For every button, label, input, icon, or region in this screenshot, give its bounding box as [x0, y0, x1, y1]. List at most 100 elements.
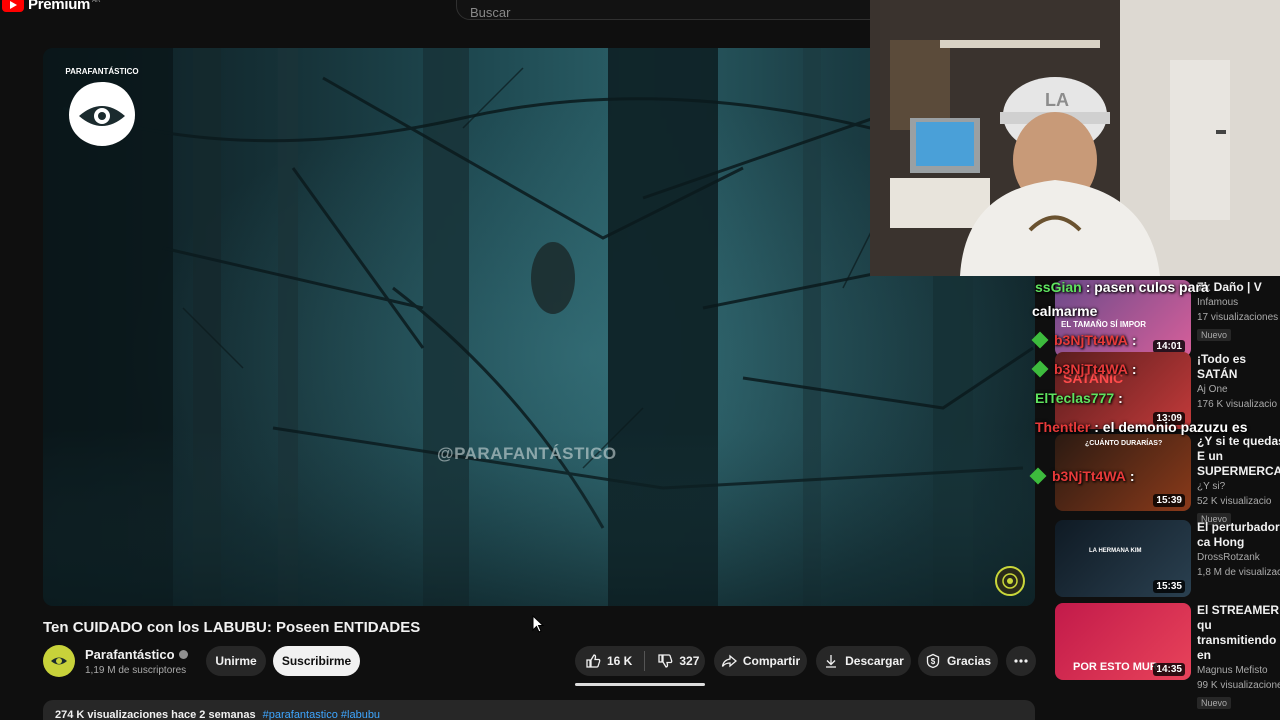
more-actions-button[interactable]: [1006, 646, 1036, 676]
thumbs-up-icon: [586, 654, 601, 668]
chat-message: b3NjTt4WA :: [1031, 360, 1137, 378]
chat-message: calmarme: [1032, 303, 1097, 319]
chat-username: ElTeclas777: [1035, 390, 1115, 406]
chat-badge-icon: [1029, 467, 1047, 485]
recommendation-channel[interactable]: Magnus Mefisto: [1197, 663, 1280, 678]
eye-emblem-icon: [1002, 573, 1018, 589]
chat-text: calmarme: [1032, 303, 1098, 319]
youtube-watch-page: Premium AR Buscar PARAFANTÁSTICO @PARAFA…: [0, 0, 1280, 720]
logo-text: Premium: [28, 0, 91, 13]
chat-message: b3NjTt4WA :: [1029, 467, 1135, 485]
subscriber-count: 1,19 M de suscriptores: [85, 665, 187, 676]
share-icon: [721, 654, 737, 668]
duration-badge: 15:35: [1153, 580, 1185, 593]
duration-badge: 15:39: [1153, 494, 1185, 507]
recommendation-thumbnail[interactable]: POR ESTO MUR 14:35: [1055, 603, 1191, 680]
eye-emblem-icon: [51, 657, 67, 665]
super-thanks-icon: $: [926, 653, 940, 669]
chat-message: b3NjTt4WA :: [1031, 331, 1137, 349]
top-bar: Premium AR Buscar: [0, 0, 876, 22]
recommendation-channel[interactable]: Aj One: [1197, 382, 1280, 397]
recommendation-title[interactable]: ¡Todo es SATÁN: [1197, 352, 1280, 382]
recommendation-info: ¡Todo es SATÁN Aj One 176 K visualizacio: [1197, 352, 1280, 412]
recommendation-channel[interactable]: Infamous: [1197, 295, 1280, 310]
recommendation-views: 99 K visualizacione: [1197, 680, 1280, 691]
verified-check-icon: [178, 650, 188, 659]
recommendation-title[interactable]: El perturbador ca Hong: [1197, 520, 1280, 550]
chat-text: : el demonio pazuzu es: [1094, 419, 1248, 435]
thumbnail-text: ¿CUÁNTO DURARÍAS?: [1085, 440, 1163, 447]
chat-text: : pasen culos para: [1085, 279, 1209, 295]
chat-message: ElTeclas777 :: [1035, 390, 1123, 406]
description-hashtags[interactable]: #parafantastico #labubu: [263, 709, 380, 720]
chat-username: b3NjTt4WA: [1054, 361, 1128, 377]
chat-badge-icon: [1031, 360, 1049, 378]
recommendation-title[interactable]: El STREAMER qu transmitiendo en: [1197, 603, 1280, 663]
thumbs-down-icon: [658, 654, 673, 668]
youtube-play-icon: [2, 0, 24, 12]
chat-text: :: [1118, 390, 1123, 406]
chat-message: Thentler : el demonio pazuzu es: [1035, 419, 1247, 435]
more-horizontal-icon: [1014, 659, 1028, 663]
recommendation-views: 17 visualizaciones: [1197, 312, 1279, 323]
new-badge: Nuevo: [1197, 697, 1232, 709]
chat-badge-icon: [1031, 331, 1049, 349]
like-divider: [644, 651, 646, 671]
recommendation-title[interactable]: 7k Daño | V: [1197, 280, 1280, 295]
download-button[interactable]: Descargar: [816, 646, 911, 676]
chat-username: Thentler: [1035, 419, 1091, 435]
emblem-text: PARAFANTÁSTICO: [65, 67, 138, 76]
download-icon: [826, 655, 837, 668]
recommendation-item[interactable]: POR ESTO MUR 14:35 El STREAMER qu transm…: [1055, 603, 1280, 709]
chat-message: ssGian : pasen culos para: [1035, 279, 1209, 295]
chat-username: ssGian: [1035, 279, 1082, 295]
thanks-label: Gracias: [946, 654, 992, 668]
video-watermark: @PARAFANTÁSTICO: [437, 444, 617, 463]
thumbnail-text: EL TAMAÑO SÍ IMPOR: [1061, 320, 1147, 329]
description-stats: 274 K visualizaciones hace 2 semanas: [55, 709, 256, 720]
webcam-frame-image: LA: [870, 0, 1280, 276]
dislike-count: 327: [679, 654, 700, 668]
description-box[interactable]: 274 K visualizaciones hace 2 semanas #pa…: [43, 700, 1035, 720]
chat-text: :: [1129, 468, 1135, 484]
mouse-cursor-icon: [532, 615, 545, 633]
dislike-button[interactable]: 327: [657, 653, 699, 669]
search-input[interactable]: Buscar: [456, 0, 876, 20]
share-button[interactable]: Compartir: [714, 646, 807, 676]
join-button[interactable]: Unirme: [206, 646, 266, 676]
channel-watermark-button[interactable]: [995, 566, 1025, 596]
recommendation-channel[interactable]: DrossRotzank: [1197, 550, 1280, 565]
like-count: 16 K: [607, 654, 633, 668]
channel-name: Parafantástico: [85, 647, 175, 662]
chat-text: :: [1131, 332, 1137, 348]
logo-country: AR: [92, 0, 101, 4]
video-title: Ten CUIDADO con los LABUBU: Poseen ENTID…: [43, 619, 421, 636]
channel-avatar[interactable]: [43, 645, 75, 677]
svg-text:$: $: [931, 657, 936, 666]
like-ratio-bar: [575, 683, 705, 686]
chat-username: b3NjTt4WA: [1052, 468, 1126, 484]
svg-text:LA: LA: [1045, 90, 1069, 110]
thumbnail-text: POR ESTO MUR: [1073, 661, 1158, 673]
download-label: Descargar: [845, 654, 904, 668]
recommendation-thumbnail[interactable]: LA HERMANA KIM 15:35: [1055, 520, 1191, 597]
recommendation-views: 176 K visualizacio: [1197, 399, 1278, 410]
new-badge: Nuevo: [1197, 329, 1232, 341]
like-dislike-group: 16 K 327: [575, 646, 705, 676]
share-label: Compartir: [742, 654, 801, 668]
recommendation-channel[interactable]: ¿Y si?: [1197, 479, 1280, 494]
channel-name-link[interactable]: Parafantástico: [85, 647, 188, 662]
thanks-button[interactable]: $ Gracias: [918, 646, 998, 676]
chat-username: b3NjTt4WA: [1054, 332, 1128, 348]
like-button[interactable]: 16 K: [585, 653, 632, 669]
recommendation-views: 1,8 M de visualizaci: [1197, 567, 1280, 578]
recommendation-title[interactable]: ¿Y si te quedas E un SUPERMERCA: [1197, 434, 1280, 479]
youtube-premium-logo[interactable]: Premium AR: [2, 0, 100, 13]
thumbnail-text: LA HERMANA KIM: [1089, 548, 1142, 554]
channel-emblem-icon: PARAFANTÁSTICO: [65, 67, 139, 146]
streamer-webcam: LA: [870, 0, 1280, 276]
recommendation-views: 52 K visualizacio: [1197, 496, 1272, 507]
recommendation-info: El STREAMER qu transmitiendo en Magnus M…: [1197, 603, 1280, 711]
subscribe-button[interactable]: Suscribirme: [273, 646, 360, 676]
recommendation-item[interactable]: LA HERMANA KIM 15:35 El perturbador ca H…: [1055, 520, 1280, 600]
